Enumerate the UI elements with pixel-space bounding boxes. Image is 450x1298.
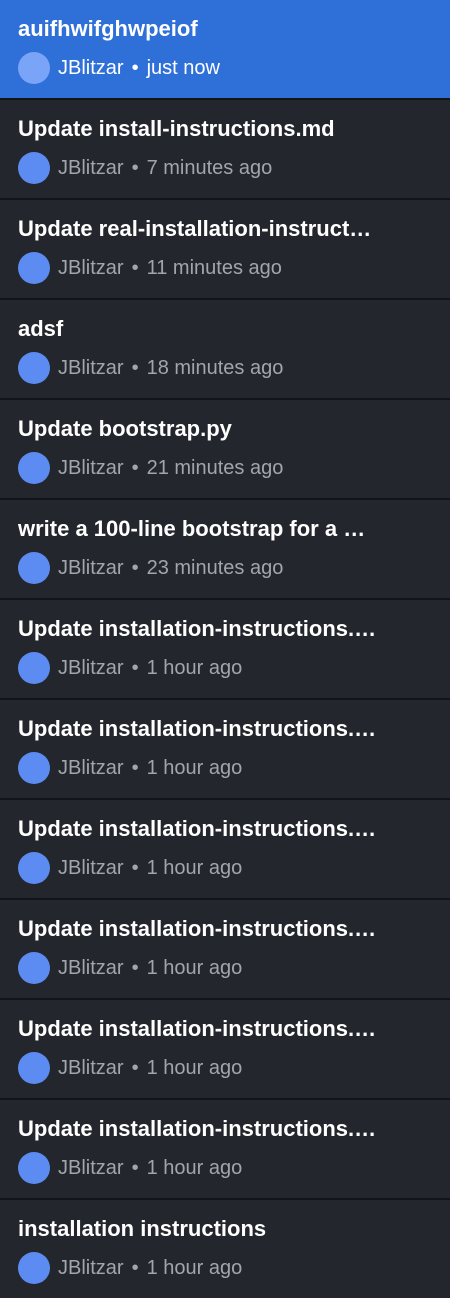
commit-author: JBlitzar	[58, 757, 124, 779]
author-avatar	[18, 452, 50, 484]
commit-time: 11 minutes ago	[146, 257, 282, 279]
commit-author: JBlitzar	[58, 957, 124, 979]
commit-title: installation instructions	[18, 1216, 267, 1241]
commit-list-item[interactable]: Update bootstrap.py JBlitzar • 21 minute…	[0, 400, 450, 500]
commit-title: Update installation-instructions.…	[18, 816, 377, 841]
commit-list-item[interactable]: Update installation-instructions.… JBlit…	[0, 600, 450, 700]
commit-author: JBlitzar	[58, 357, 124, 379]
commit-list-item[interactable]: adsf JBlitzar • 18 minutes ago	[0, 300, 450, 400]
commit-author: JBlitzar	[58, 1057, 124, 1079]
commit-time: 1 hour ago	[146, 1157, 243, 1179]
commit-meta: JBlitzar • just now	[18, 52, 432, 84]
commit-author: JBlitzar	[58, 257, 124, 279]
meta-separator: •	[131, 957, 139, 979]
commit-time: 1 hour ago	[146, 957, 243, 979]
commit-title: Update installation-instructions.…	[18, 616, 377, 641]
commit-author: JBlitzar	[58, 457, 124, 479]
commit-meta: JBlitzar • 1 hour ago	[18, 852, 432, 884]
meta-separator: •	[131, 757, 139, 779]
commit-title: adsf	[18, 316, 64, 341]
meta-separator: •	[131, 257, 139, 279]
commit-time: 7 minutes ago	[146, 157, 273, 179]
commit-author: JBlitzar	[58, 557, 124, 579]
commit-meta: JBlitzar • 1 hour ago	[18, 1052, 432, 1084]
commit-author: JBlitzar	[58, 1257, 124, 1279]
author-avatar	[18, 52, 50, 84]
commit-list-item[interactable]: Update real-installation-instruct… JBlit…	[0, 200, 450, 300]
author-avatar	[18, 652, 50, 684]
author-avatar	[18, 152, 50, 184]
author-avatar	[18, 552, 50, 584]
commit-list-item[interactable]: installation instructions JBlitzar • 1 h…	[0, 1200, 450, 1298]
commit-time: 1 hour ago	[146, 1057, 243, 1079]
meta-separator: •	[131, 1257, 139, 1279]
commit-time: 1 hour ago	[146, 757, 243, 779]
commit-title: Update install-instructions.md	[18, 116, 335, 141]
commit-author: JBlitzar	[58, 157, 124, 179]
commit-time: 1 hour ago	[146, 857, 243, 879]
author-avatar	[18, 852, 50, 884]
commit-list-item[interactable]: Update installation-instructions.… JBlit…	[0, 900, 450, 1000]
commit-time: 23 minutes ago	[146, 557, 284, 579]
commit-title: Update real-installation-instruct…	[18, 216, 372, 241]
author-avatar	[18, 1252, 50, 1284]
commit-list-item[interactable]: Update installation-instructions.… JBlit…	[0, 1100, 450, 1200]
author-avatar	[18, 252, 50, 284]
commit-meta: JBlitzar • 1 hour ago	[18, 1152, 432, 1184]
commit-title: write a 100-line bootstrap for a …	[18, 516, 366, 541]
commit-author: JBlitzar	[58, 657, 124, 679]
commit-list-item[interactable]: Update installation-instructions.… JBlit…	[0, 1000, 450, 1100]
commit-meta: JBlitzar • 1 hour ago	[18, 1252, 432, 1284]
commit-time: 21 minutes ago	[146, 457, 284, 479]
commit-meta: JBlitzar • 21 minutes ago	[18, 452, 432, 484]
commit-list-item[interactable]: write a 100-line bootstrap for a … JBlit…	[0, 500, 450, 600]
commit-list-item[interactable]: Update installation-instructions.… JBlit…	[0, 800, 450, 900]
commit-meta: JBlitzar • 18 minutes ago	[18, 352, 432, 384]
commit-title: Update bootstrap.py	[18, 416, 232, 441]
author-avatar	[18, 352, 50, 384]
commit-meta: JBlitzar • 7 minutes ago	[18, 152, 432, 184]
commit-meta: JBlitzar • 1 hour ago	[18, 652, 432, 684]
author-avatar	[18, 1152, 50, 1184]
commit-list-item[interactable]: Update install-instructions.md JBlitzar …	[0, 100, 450, 200]
author-avatar	[18, 1052, 50, 1084]
meta-separator: •	[131, 457, 139, 479]
meta-separator: •	[131, 1057, 139, 1079]
commit-meta: JBlitzar • 23 minutes ago	[18, 552, 432, 584]
commit-title: Update installation-instructions.…	[18, 716, 377, 741]
meta-separator: •	[131, 157, 139, 179]
commit-meta: JBlitzar • 11 minutes ago	[18, 252, 432, 284]
commit-time: 1 hour ago	[146, 657, 243, 679]
author-avatar	[18, 952, 50, 984]
commit-author: JBlitzar	[58, 57, 124, 79]
commit-title: Update installation-instructions.…	[18, 916, 377, 941]
commit-meta: JBlitzar • 1 hour ago	[18, 952, 432, 984]
meta-separator: •	[131, 357, 139, 379]
author-avatar	[18, 752, 50, 784]
commit-time: just now	[146, 57, 220, 79]
commit-title: Update installation-instructions.…	[18, 1016, 377, 1041]
commit-list-item[interactable]: Update installation-instructions.… JBlit…	[0, 700, 450, 800]
commit-title: auifhwifghwpeiof	[18, 16, 198, 41]
commit-title: Update installation-instructions.…	[18, 1116, 377, 1141]
meta-separator: •	[131, 57, 139, 79]
commit-list-item[interactable]: auifhwifghwpeiof JBlitzar • just now	[0, 0, 450, 100]
commit-time: 18 minutes ago	[146, 357, 284, 379]
commit-author: JBlitzar	[58, 857, 124, 879]
commit-author: JBlitzar	[58, 1157, 124, 1179]
commit-meta: JBlitzar • 1 hour ago	[18, 752, 432, 784]
commit-time: 1 hour ago	[146, 1257, 243, 1279]
meta-separator: •	[131, 857, 139, 879]
meta-separator: •	[131, 557, 139, 579]
meta-separator: •	[131, 1157, 139, 1179]
meta-separator: •	[131, 657, 139, 679]
commit-history-list: auifhwifghwpeiof JBlitzar • just now Upd…	[0, 0, 450, 1298]
